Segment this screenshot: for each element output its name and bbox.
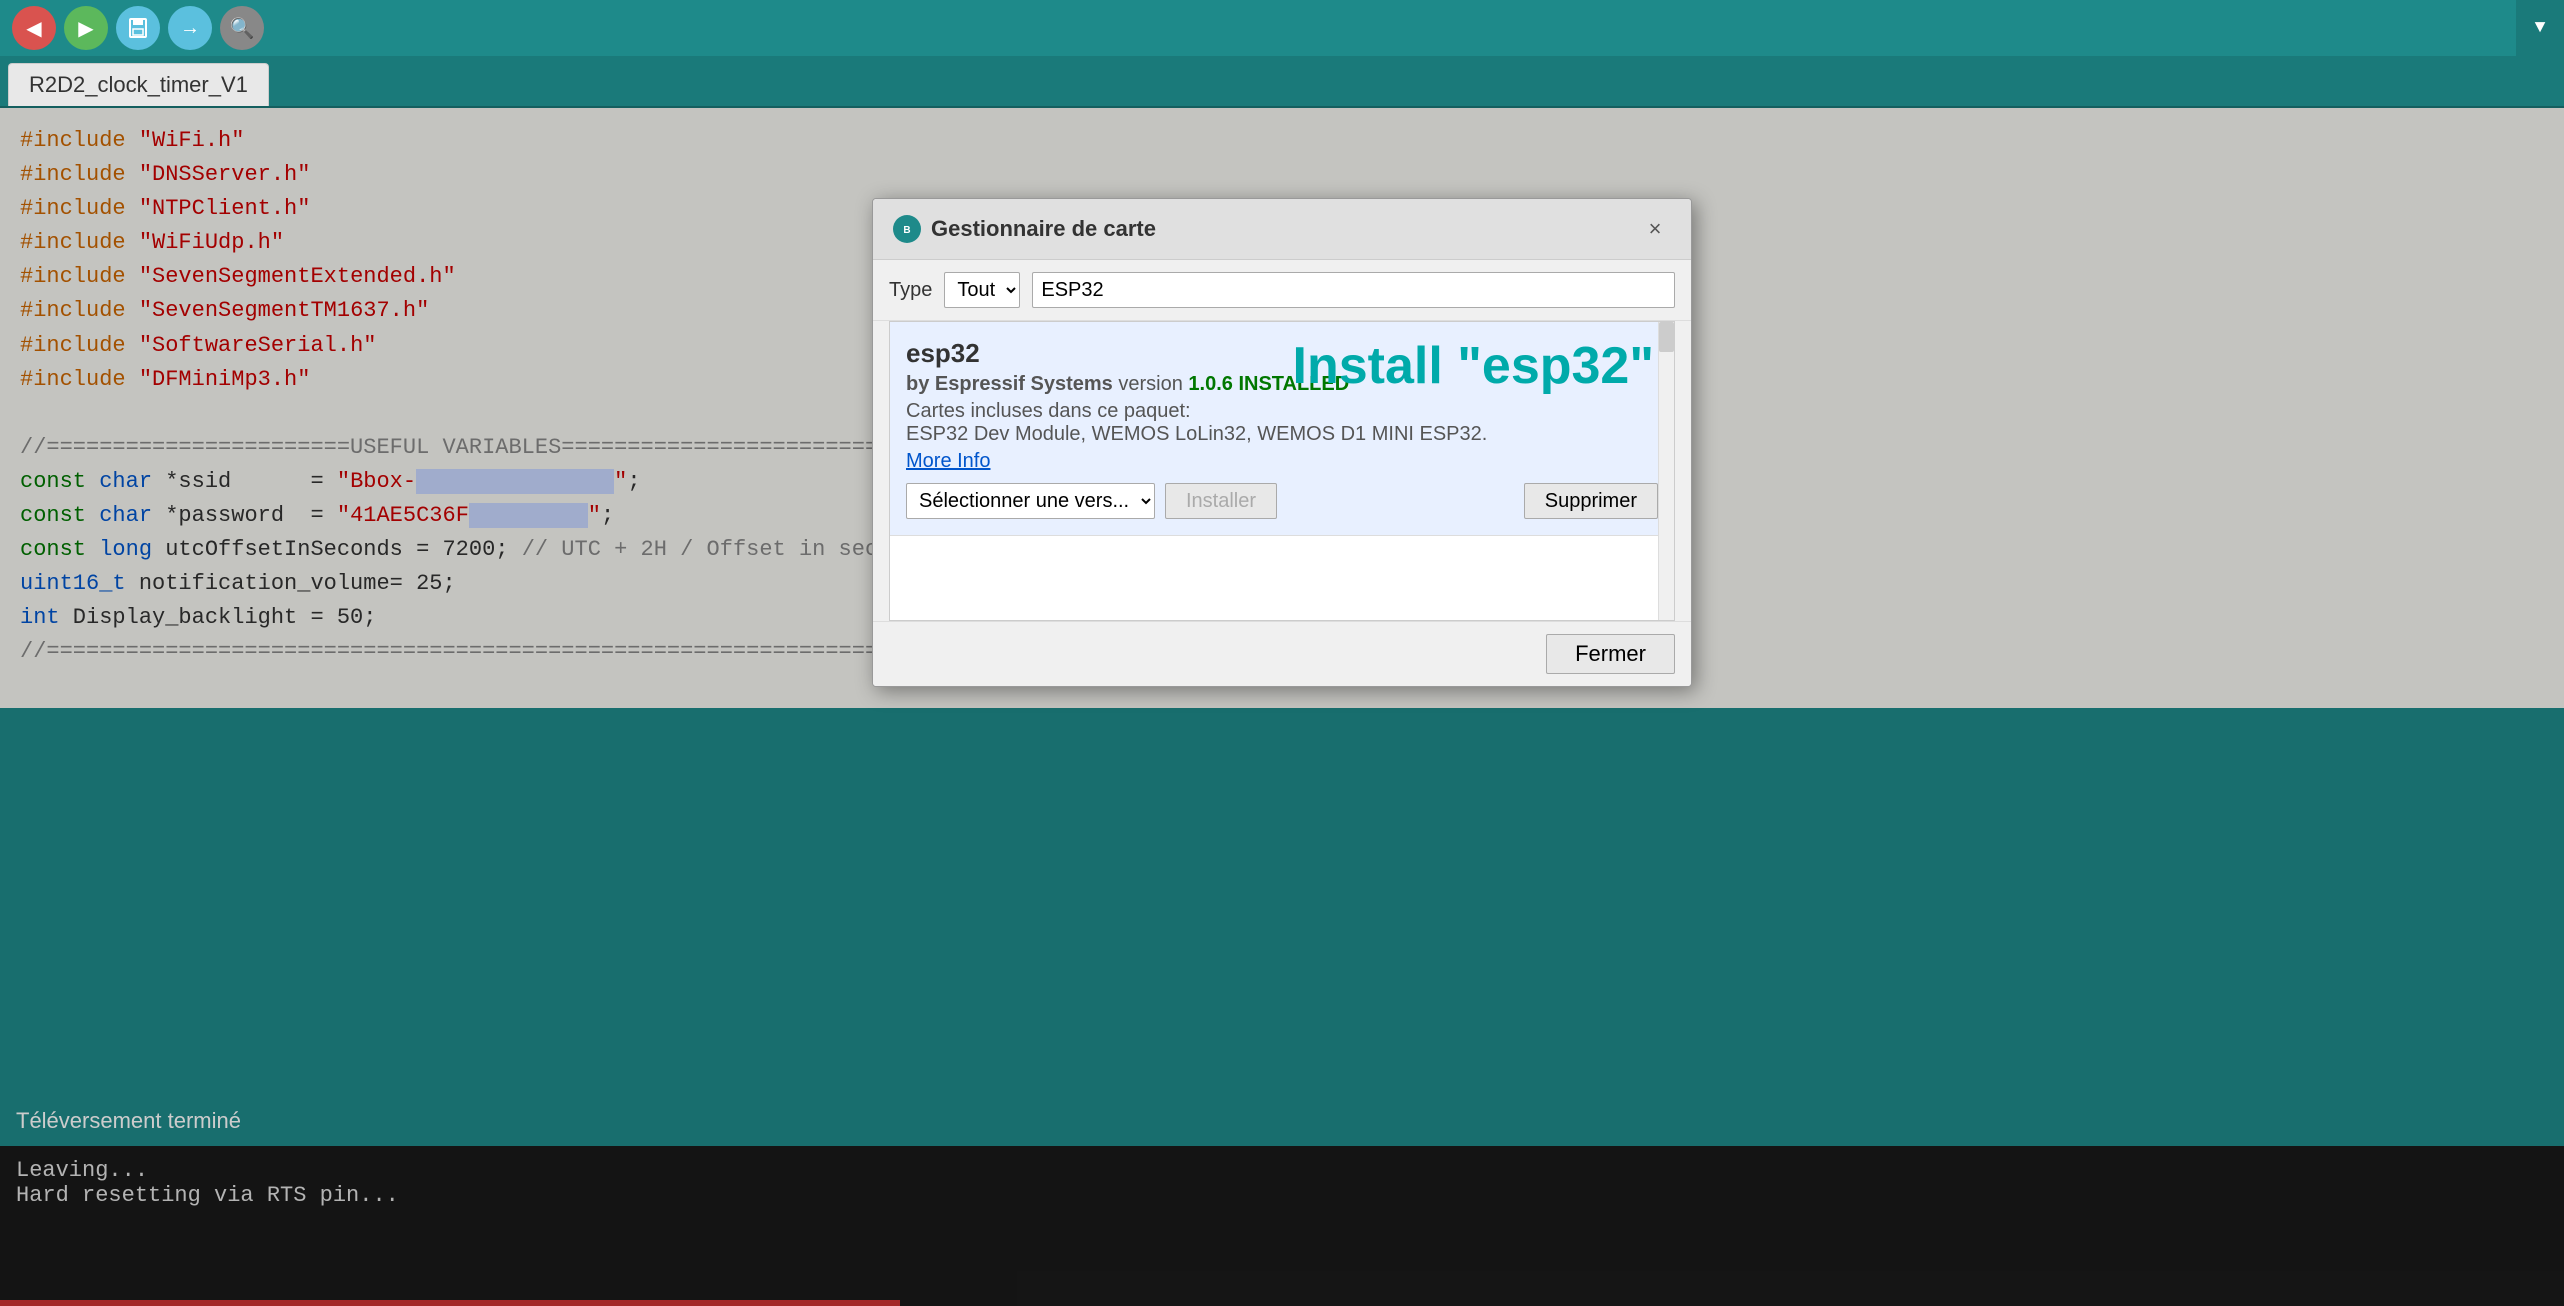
- board-manager-dialog: B Gestionnaire de carte × Type Tout esp3…: [872, 198, 1692, 687]
- author-name: Espressif Systems: [935, 373, 1113, 395]
- serial-monitor-button[interactable]: 🔍: [220, 6, 264, 50]
- author-prefix: by: [906, 373, 935, 395]
- dialog-filters: Type Tout: [873, 260, 1691, 321]
- modal-overlay: B Gestionnaire de carte × Type Tout esp3…: [0, 108, 2564, 1306]
- corner-button[interactable]: ▼: [2516, 0, 2564, 56]
- go-forward-button[interactable]: ▶: [64, 6, 108, 50]
- close-dialog-button[interactable]: Fermer: [1546, 634, 1675, 674]
- scrollbar-thumb[interactable]: [1659, 322, 1674, 352]
- tabbar: R2D2_clock_timer_V1: [0, 56, 2564, 108]
- board-name: esp32: [906, 338, 1658, 369]
- board-version: 1.0.6: [1188, 373, 1232, 395]
- file-tab[interactable]: R2D2_clock_timer_V1: [8, 63, 269, 106]
- save-button[interactable]: [116, 6, 160, 50]
- toolbar: ◀ ▶ → 🔍: [0, 0, 2564, 56]
- board-included: Cartes incluses dans ce paquet: ESP32 De…: [906, 400, 1658, 446]
- dialog-icon: B: [893, 215, 921, 243]
- upload-button[interactable]: →: [168, 6, 212, 50]
- filter-type-select[interactable]: Tout: [944, 272, 1020, 308]
- install-button[interactable]: Installer: [1165, 483, 1277, 519]
- filter-type-label: Type: [889, 279, 932, 302]
- filter-search-input[interactable]: [1032, 272, 1675, 308]
- board-list[interactable]: esp32 by Espressif Systems version 1.0.6…: [889, 321, 1675, 621]
- dialog-titlebar: B Gestionnaire de carte ×: [873, 199, 1691, 260]
- board-entry: esp32 by Espressif Systems version 1.0.6…: [890, 322, 1674, 536]
- version-select[interactable]: Sélectionner une vers...: [906, 483, 1155, 519]
- more-info-link[interactable]: More Info: [906, 450, 990, 473]
- board-author: by Espressif Systems version 1.0.6 INSTA…: [906, 373, 1658, 396]
- go-back-button[interactable]: ◀: [12, 6, 56, 50]
- dialog-footer: Fermer: [873, 621, 1691, 686]
- list-scrollbar[interactable]: [1658, 322, 1674, 620]
- dialog-title-area: B Gestionnaire de carte: [893, 215, 1156, 243]
- board-actions: Sélectionner une vers... Installer Suppr…: [906, 483, 1658, 519]
- remove-button[interactable]: Supprimer: [1524, 483, 1658, 519]
- installed-badge: INSTALLED: [1238, 373, 1349, 395]
- dialog-title-text: Gestionnaire de carte: [931, 216, 1156, 242]
- dialog-close-button[interactable]: ×: [1639, 213, 1671, 245]
- svg-text:B: B: [903, 225, 910, 236]
